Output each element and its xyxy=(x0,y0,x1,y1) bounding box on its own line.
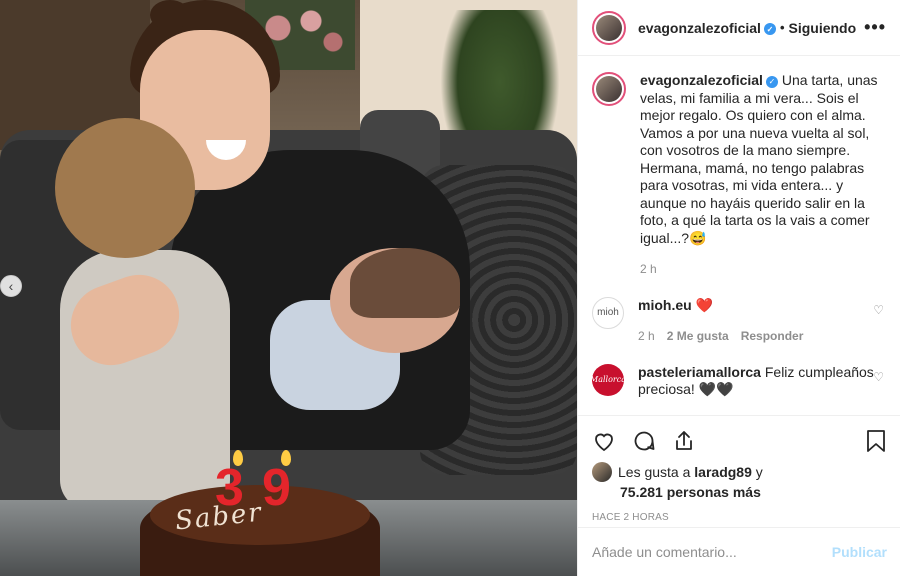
add-comment-bar: Publicar xyxy=(578,527,900,576)
post-actions: Les gusta a laradg89 y 75.281 personas m… xyxy=(578,415,900,523)
chevron-left-icon: ‹ xyxy=(8,278,14,294)
post-side-panel: evagonzalezoficial ✓ • Siguiendo ••• evag… xyxy=(577,0,900,576)
comment-row: Mallorca pasteleriamallorca Feliz cumple… xyxy=(590,363,886,399)
likes-prefix: Les gusta a xyxy=(618,464,691,480)
follow-status-button[interactable]: Siguiendo xyxy=(789,20,857,36)
likes-user[interactable]: laradg89 xyxy=(694,464,752,480)
caption: evagonzalezoficial ✓ Una tarta, unas vela… xyxy=(592,72,886,279)
caption-body: evagonzalezoficial ✓ Una tarta, unas vela… xyxy=(640,72,886,279)
heart-icon[interactable]: ♡ xyxy=(873,370,884,384)
action-icons xyxy=(592,426,887,456)
comment-body: mioh.eu ❤️ 2 h 2 Me gusta Responder xyxy=(638,297,886,346)
comment-body: pasteleriamallorca Feliz cumpleaños prec… xyxy=(638,364,886,399)
comment-input[interactable] xyxy=(592,544,832,560)
caption-meta: 2 h xyxy=(640,261,886,279)
verified-icon: ✓ xyxy=(763,23,776,35)
woman-hair-bun xyxy=(150,0,190,30)
share-icon[interactable] xyxy=(672,429,696,453)
avatar[interactable] xyxy=(592,462,612,482)
avatar[interactable] xyxy=(592,10,626,45)
baby-hair xyxy=(350,248,460,318)
post-timestamp[interactable]: HACE 2 HORAS xyxy=(592,512,887,523)
more-icon[interactable]: ••• xyxy=(864,17,886,38)
avatar[interactable]: mioh xyxy=(592,296,624,329)
comment-likes[interactable]: 2 Me gusta xyxy=(667,328,729,346)
child-head xyxy=(55,118,195,258)
publish-button[interactable]: Publicar xyxy=(832,544,887,560)
heart-icon[interactable]: ♡ xyxy=(873,303,884,317)
heart-icon[interactable] xyxy=(592,429,616,453)
verified-icon: ✓ xyxy=(765,75,778,88)
post-username-link[interactable]: evagonzalezoficial ✓ xyxy=(638,20,776,36)
carousel-prev-button[interactable]: ‹ xyxy=(0,275,22,297)
comment-row: mioh mioh.eu ❤️ 2 h 2 Me gusta Responder… xyxy=(592,296,886,346)
comment-text-line: mioh.eu ❤️ xyxy=(638,297,886,315)
avatar[interactable]: Mallorca xyxy=(590,363,626,396)
caption-text-block: evagonzalezoficial ✓ Una tarta, unas vela… xyxy=(640,72,886,247)
likes-summary: Les gusta a laradg89 y xyxy=(592,462,887,482)
likes-count[interactable]: 75.281 personas más xyxy=(592,484,887,500)
comment-username[interactable]: mioh.eu xyxy=(638,297,692,313)
likes-conjunction: y xyxy=(755,464,763,480)
candle-digit: 3 xyxy=(215,459,244,517)
caption-time[interactable]: 2 h xyxy=(640,261,657,279)
comment-icon[interactable] xyxy=(632,429,656,453)
caption-username[interactable]: evagonzalezoficial xyxy=(640,72,763,88)
comments-list[interactable]: evagonzalezoficial ✓ Una tarta, unas vela… xyxy=(578,56,900,414)
post-username: evagonzalezoficial xyxy=(638,19,761,36)
comment-text-line: pasteleriamallorca Feliz cumpleaños prec… xyxy=(638,364,886,399)
caption-text: Una tarta, unas velas, mi familia a mi v… xyxy=(640,72,878,246)
avatar-image xyxy=(596,76,622,102)
avatar[interactable] xyxy=(592,72,626,106)
comment-meta: 2 h 2 Me gusta Responder xyxy=(638,328,886,346)
candle-digit: 9 xyxy=(262,459,291,517)
avatar-image xyxy=(596,14,622,41)
comment-time[interactable]: 2 h xyxy=(638,328,655,346)
comment-username[interactable]: pasteleriamallorca xyxy=(638,364,761,380)
reply-button[interactable]: Responder xyxy=(741,328,804,346)
post-photo[interactable]: Saber 3 9 ‹ xyxy=(0,0,577,576)
bookmark-icon[interactable] xyxy=(865,429,887,453)
post-header: evagonzalezoficial ✓ • Siguiendo ••• xyxy=(578,0,900,56)
separator-dot: • xyxy=(779,20,785,35)
comment-text: ❤️ xyxy=(695,296,713,313)
